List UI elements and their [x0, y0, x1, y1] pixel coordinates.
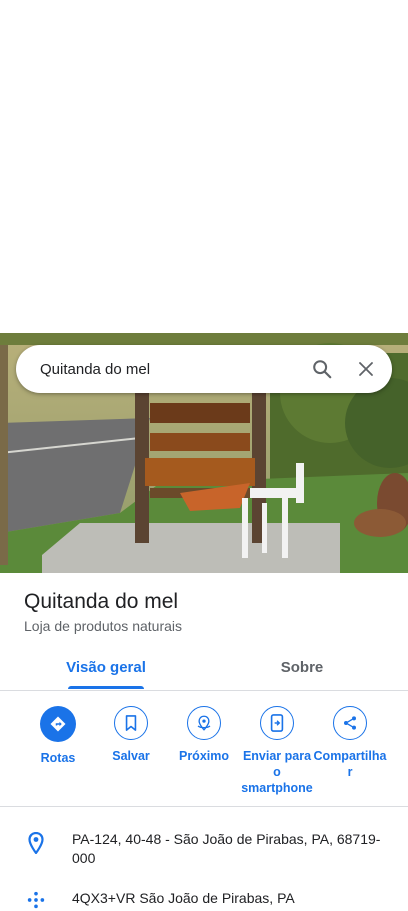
- share-icon: [333, 706, 367, 740]
- tab-bar: Visão geral Sobre: [0, 644, 408, 691]
- directions-label: Rotas: [40, 751, 76, 765]
- search-input[interactable]: Quitanda do mel: [40, 361, 294, 378]
- nearby-button[interactable]: Próximo: [164, 706, 244, 764]
- map-area[interactable]: [0, 0, 408, 333]
- share-label: Compartilhar: [313, 749, 387, 779]
- search-bar[interactable]: Quitanda do mel: [16, 345, 392, 393]
- share-button[interactable]: Compartilhar: [310, 706, 390, 780]
- place-title: Quitanda do mel: [24, 590, 179, 613]
- tab-about[interactable]: Sobre: [234, 644, 370, 690]
- location-pin-icon: [26, 832, 46, 854]
- plus-code-text: 4QX3+VR São João de Pirabas, PA: [72, 890, 295, 906]
- save-button[interactable]: Salvar: [91, 706, 171, 764]
- action-buttons: Rotas Salvar Próximo Enviar para o smart…: [0, 706, 408, 806]
- directions-button[interactable]: Rotas: [18, 706, 98, 766]
- save-label: Salvar: [112, 749, 150, 763]
- tab-overview[interactable]: Visão geral: [38, 644, 174, 690]
- nearby-icon: [187, 706, 221, 740]
- place-category[interactable]: Loja de produtos naturais: [24, 618, 182, 634]
- tab-selected-indicator: [68, 686, 144, 689]
- send-to-phone-icon: [260, 706, 294, 740]
- nearby-label: Próximo: [178, 749, 229, 763]
- address-text: PA-124, 40-48 - São João de Pirabas, PA,…: [72, 831, 381, 866]
- search-icon[interactable]: [306, 353, 338, 385]
- plus-code-icon: [26, 889, 46, 911]
- divider: [0, 806, 408, 807]
- close-icon[interactable]: [350, 353, 382, 385]
- directions-icon: [40, 706, 76, 742]
- bookmark-icon: [114, 706, 148, 740]
- send-to-phone-label: Enviar para o smartphone: [241, 749, 313, 795]
- send-to-phone-button[interactable]: Enviar para o smartphone: [237, 706, 317, 796]
